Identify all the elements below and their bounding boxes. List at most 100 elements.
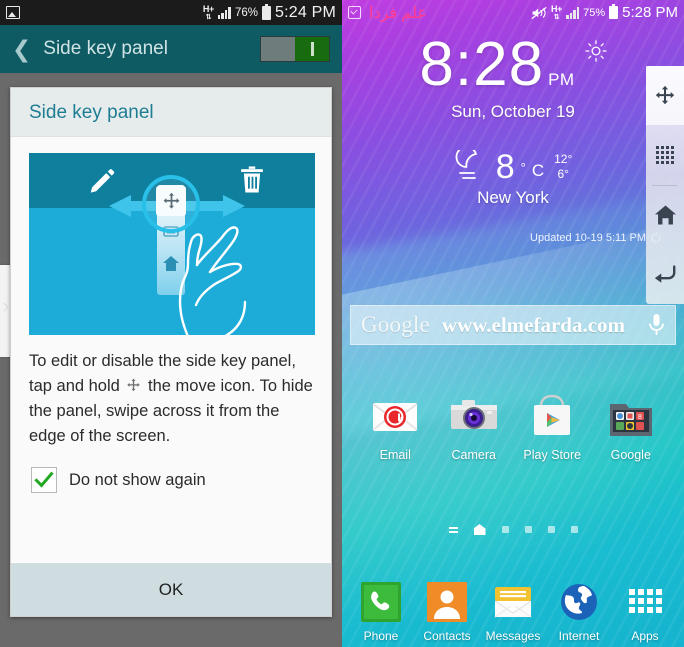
app-icon-play-store[interactable]: Play Store (520, 392, 584, 462)
page-dot[interactable] (501, 526, 509, 533)
clock-label: 5:24 PM (275, 3, 336, 21)
side-key-apps-button[interactable] (646, 125, 684, 184)
dock-label: Phone (363, 629, 399, 643)
page-indicator (342, 524, 684, 535)
side-key-panel-toggle[interactable] (260, 36, 330, 62)
dialog-illustration-wrap (11, 137, 331, 335)
messages-icon (492, 581, 534, 623)
dock-item-apps[interactable]: Apps (615, 581, 675, 643)
mute-icon (531, 6, 547, 19)
weather-unit: C (531, 161, 545, 180)
dock-item-messages[interactable]: Messages (483, 581, 543, 643)
page-dot[interactable] (570, 526, 578, 533)
toggle-off-track (261, 37, 295, 61)
app-icon-camera[interactable]: Camera (442, 392, 506, 462)
phone-icon (360, 581, 402, 623)
page-dot[interactable] (547, 526, 555, 533)
moon-fog-icon (455, 150, 477, 179)
microphone-icon[interactable] (648, 313, 665, 337)
google-search-bar[interactable]: Google www.elmefarda.com (350, 305, 676, 345)
move-icon (655, 85, 675, 104)
do-not-show-again-checkbox[interactable] (31, 467, 57, 493)
apps-grid-icon (656, 145, 674, 164)
settings-action-bar: ❮ Side key panel (0, 25, 342, 73)
app-label: Play Store (523, 448, 582, 462)
play-store-icon (527, 392, 577, 442)
battery-percent-label: 75% (583, 6, 606, 19)
weather-updated-label: Updated 10-19 5:11 PM (530, 232, 646, 244)
dialog-body-text: To edit or disable the side key panel, t… (11, 335, 331, 449)
page-title: Side key panel (43, 38, 168, 59)
weather-city: New York (477, 188, 549, 207)
image-icon (6, 6, 20, 19)
dock-item-contacts[interactable]: Contacts (417, 581, 477, 643)
ok-button[interactable]: OK (11, 562, 331, 616)
app-icon-email[interactable]: Email (363, 392, 427, 462)
weather-low: 6° (557, 167, 569, 181)
battery-icon (262, 3, 271, 20)
battery-percent-label: 76% (234, 6, 258, 19)
app-folder-google[interactable]: 8 Google (599, 392, 663, 462)
back-arrow-icon (654, 265, 676, 284)
email-icon (370, 392, 420, 442)
do-not-show-again-label: Do not show again (69, 470, 206, 489)
trash-icon (241, 166, 263, 193)
network-type-indicator: H+ ⇅ (202, 3, 214, 21)
dialog-title: Side key panel (29, 102, 154, 123)
dialog-header: Side key panel (11, 88, 331, 137)
network-type-indicator: H+ ⇅ (550, 3, 563, 21)
side-key-move-button[interactable] (646, 66, 684, 126)
tutorial-illustration (29, 153, 315, 335)
inline-move-icon (127, 378, 141, 392)
dock-item-internet[interactable]: Internet (549, 581, 609, 643)
weather-widget[interactable]: 8 ° C 12° 6° New York Updated 10-19 5:11… (342, 148, 684, 244)
dock-item-phone[interactable]: Phone (351, 581, 411, 643)
back-chevron-icon[interactable]: ❮ (12, 37, 31, 61)
hand-pointing-icon (178, 226, 247, 335)
watermark-label: علم فردا (369, 4, 427, 22)
clock-time-label: 8:28 (419, 30, 545, 99)
camera-icon (449, 392, 499, 442)
side-key-panel-dialog: Side key panel To edit or disable the si… (10, 87, 332, 617)
checkmark-icon (34, 471, 54, 488)
do-not-show-again-row[interactable]: Do not show again (11, 449, 331, 493)
apps-grid-icon (624, 581, 666, 623)
google-logo-label: Google (361, 312, 430, 337)
home-dock: Phone Contacts Messages Internet Apps (342, 581, 684, 643)
app-label: Camera (451, 448, 496, 462)
dual-screenshot: H+ ⇅ 76% 5:24 PM ❮ Side key panel Side k (0, 0, 684, 647)
clock-widget[interactable]: 8:28 PM Sun, October 19 (342, 34, 684, 122)
clock-label: 5:28 PM (622, 4, 678, 21)
clock-meridiem-label: PM (548, 70, 575, 89)
checkbox-icon (348, 6, 361, 19)
data-arrows-icon: ⇅ (553, 13, 560, 21)
weather-degree-symbol: ° (520, 159, 526, 175)
home-icon (654, 205, 676, 225)
battery-icon (609, 4, 619, 19)
toggle-on-thumb (295, 37, 329, 61)
svg-text:8: 8 (638, 414, 642, 421)
side-key-back-button[interactable] (646, 245, 684, 304)
dock-label: Internet (558, 629, 600, 643)
weather-high: 12° (554, 152, 573, 166)
home-page-icon[interactable] (473, 524, 486, 535)
sun-icon (584, 40, 607, 62)
page-dot[interactable] (524, 526, 532, 533)
settings-body: Side key panel (0, 73, 342, 647)
google-folder-icon: 8 (606, 392, 656, 442)
weather-temperature: 8 (495, 148, 515, 186)
dock-label: Messages (485, 629, 541, 643)
internet-globe-icon (558, 581, 600, 623)
left-phone-settings-screen: H+ ⇅ 76% 5:24 PM ❮ Side key panel Side k (0, 0, 342, 647)
side-key-panel[interactable] (646, 66, 684, 304)
search-query-text: www.elmefarda.com (441, 312, 626, 337)
signal-strength-icon (217, 6, 231, 19)
right-status-bar: علم فردا H+ ⇅ 75% 5:28 PM (342, 0, 684, 25)
right-phone-home-screen: علم فردا H+ ⇅ 75% 5:28 PM 8:28 PM Sun, O… (342, 0, 684, 647)
side-key-home-button[interactable] (646, 186, 684, 245)
list-icon[interactable] (448, 526, 458, 533)
dock-label: Contacts (423, 629, 471, 643)
dock-label: Apps (631, 629, 659, 643)
signal-strength-icon (566, 6, 580, 19)
clock-date-label: Sun, October 19 (451, 102, 575, 121)
